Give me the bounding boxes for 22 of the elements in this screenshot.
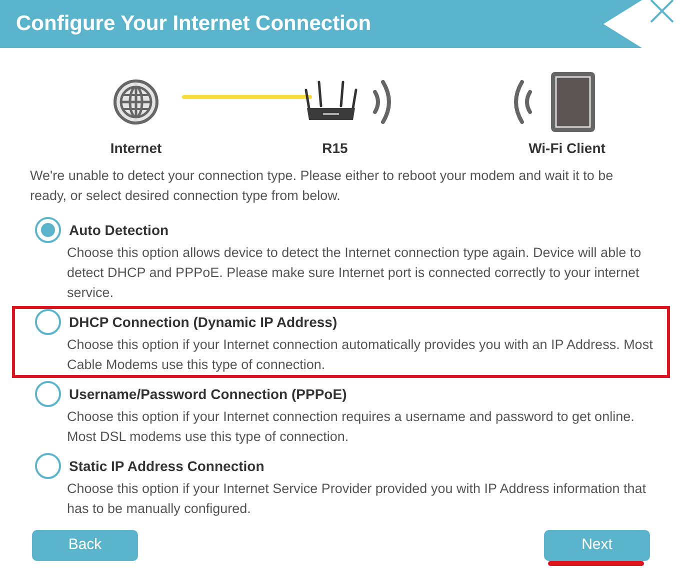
tablet-icon [550, 71, 596, 133]
radio-button[interactable] [35, 217, 61, 243]
option-title: DHCP Connection (Dynamic IP Address) [69, 312, 338, 332]
intro-text: We're unable to detect your connection type. Please either to reboot your modem and wait it to be ready, or select desired connection type from below. [29, 167, 614, 205]
device-label: Internet [110, 139, 162, 158]
radio-button[interactable] [35, 381, 61, 407]
device-label: Wi-Fi Client [528, 139, 606, 158]
back-button[interactable]: Back [32, 530, 138, 561]
option-description: Choose this option allows device to detect the Internet connection type again. Device will able to detect DHCP and PPPoE. Please make sure Internet port is connected correctly to your internet service. [66, 244, 642, 302]
option-description: Choose this option if your Internet Service Provider provided you with IP Address information that has to be manually configured. [66, 480, 648, 518]
dialog-title: Configure Your Internet Connection [16, 11, 372, 38]
next-button[interactable]: Next [544, 530, 650, 561]
option-title: Static IP Address Connection [69, 456, 264, 476]
close-icon[interactable] [649, 0, 675, 24]
globe-icon [112, 78, 160, 126]
option-title: Username/Password Connection (PPPoE) [69, 384, 347, 404]
option-title: Auto Detection [69, 220, 169, 240]
radio-button[interactable] [35, 309, 61, 335]
device-label: R15 [322, 139, 348, 158]
radio-button[interactable] [35, 453, 61, 479]
option-description: Choose this option if your Internet connection automatically provides you with an IP Address. Most Cable Modems use this type of connection. [66, 336, 654, 374]
option-description: Choose this option if your Internet connection requires a username and password to get online. Most DSL modems use this type of connection. [66, 408, 636, 446]
